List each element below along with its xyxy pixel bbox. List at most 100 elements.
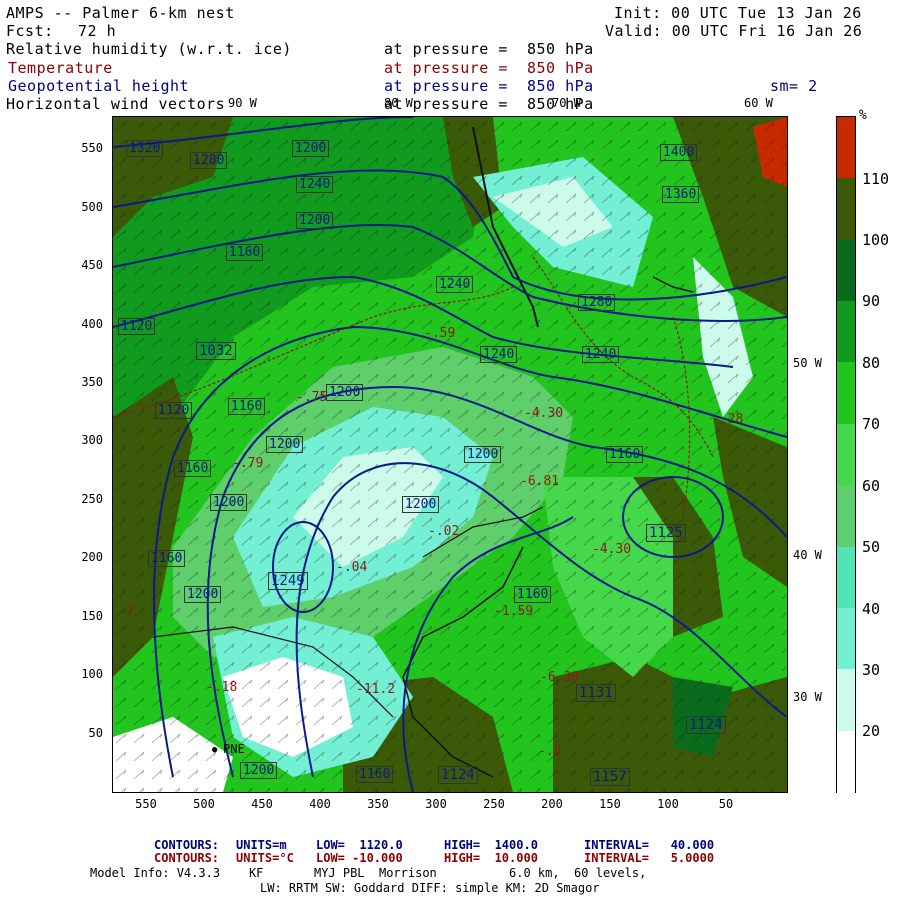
temperature-label: -.28	[712, 412, 744, 427]
colorbar-segment	[837, 669, 855, 732]
contour-legend-height-high: HIGH= 1400.0	[444, 838, 538, 852]
x-tick: 50	[718, 797, 734, 811]
lon-label-top: 80 W	[384, 96, 413, 110]
colorbar-label: 110	[862, 170, 890, 188]
station-label: PNE	[223, 742, 245, 756]
y-tick: 350	[81, 375, 103, 389]
temperature-label: -.04	[336, 560, 368, 575]
y-tick: 50	[88, 726, 103, 740]
height-contour-label: 1160	[514, 586, 552, 603]
colorbar-label: 60	[862, 477, 881, 495]
x-tick: 100	[657, 797, 679, 811]
height-contour-label: 1280	[190, 152, 228, 169]
height-contour-label: 1200	[210, 494, 248, 511]
temperature-label: -6.81	[520, 474, 560, 489]
height-contour-label: 1200	[326, 384, 364, 401]
field-level-temperature: at pressure = 850 hPa	[384, 59, 594, 77]
height-contour-label: 1240	[582, 346, 620, 363]
temperature-label: -.75	[296, 390, 328, 405]
x-tick: 450	[251, 797, 273, 811]
colorbar-label: 100	[862, 231, 890, 249]
colorbar-label: 50	[862, 538, 881, 556]
plot-title: AMPS -- Palmer 6-km nest	[6, 4, 235, 22]
lon-label-top: 60 W	[744, 96, 773, 110]
contour-legend-height-label: CONTOURS:	[154, 838, 220, 852]
y-tick: 450	[81, 258, 103, 272]
contour-legend-temp-units: UNITS=°C	[236, 851, 294, 865]
temperature-label: -.8	[538, 744, 562, 759]
colorbar-unit: %	[859, 108, 867, 123]
height-contour-label: 1160	[148, 550, 186, 567]
lon-label-right: 40 W	[793, 548, 822, 562]
y-tick: 400	[81, 317, 103, 331]
forecast-label: Fcst:	[6, 22, 54, 40]
temperature-label: -4.30	[524, 406, 564, 421]
colorbar	[836, 116, 856, 793]
height-contour-label: 1200	[184, 586, 222, 603]
height-contour-label: 1160	[606, 446, 644, 463]
colorbar-label: 90	[862, 292, 881, 310]
contour-legend-temp-interval: INTERVAL= 5.0000	[584, 851, 715, 865]
x-tick: 250	[483, 797, 505, 811]
colorbar-label: 20	[862, 722, 881, 740]
colorbar-label: 70	[862, 415, 881, 433]
smoothing-label: sm= 2	[770, 77, 818, 95]
low-center-label: 1124	[438, 766, 478, 784]
contour-legend-temp-label: CONTOURS:	[154, 851, 220, 865]
height-contour-label: 1120	[118, 318, 156, 335]
x-tick: 200	[541, 797, 563, 811]
station-marker-icon: ●	[212, 745, 218, 755]
colorbar-label: 40	[862, 600, 881, 618]
field-name-geopotential: Geopotential height	[8, 77, 190, 95]
colorbar-label: 80	[862, 354, 881, 372]
temperature-label: -.59	[424, 326, 456, 341]
low-center-label: 1125	[646, 524, 686, 542]
high-center-label: 1131	[576, 684, 616, 702]
high-center-label: 1157	[590, 768, 630, 786]
high-center-label: 1249	[268, 572, 308, 590]
low-center-label: 1124	[686, 716, 726, 734]
height-contour-label: 1400	[660, 144, 698, 161]
height-contour-label: 1200	[240, 762, 278, 779]
model-info-physics: LW: RRTM SW: Goddard DIFF: simple KM: 2D…	[260, 881, 600, 895]
height-contour-label: 1160	[228, 398, 266, 415]
colorbar-segment	[837, 485, 855, 548]
height-contour-label: 1160	[226, 244, 264, 261]
lon-label-top: 90 W	[228, 96, 257, 110]
y-tick: 300	[81, 433, 103, 447]
height-contour-label: 1200	[402, 496, 440, 513]
height-contour-label: 1160	[356, 766, 394, 783]
temperature-label: -4.30	[592, 542, 632, 557]
lon-label-right: 30 W	[793, 690, 822, 704]
temperature-label: -1.59	[494, 604, 534, 619]
field-name-temperature: Temperature	[8, 59, 113, 77]
field-name-rh: Relative humidity (w.r.t. ice)	[6, 40, 292, 58]
colorbar-segment	[837, 178, 855, 241]
height-contour-label: 1320	[126, 140, 164, 157]
colorbar-segment	[837, 301, 855, 364]
x-tick: 500	[193, 797, 215, 811]
y-tick: 500	[81, 200, 103, 214]
low-center-label: 1032	[196, 342, 236, 360]
temperature-label: -.79	[232, 456, 264, 471]
x-tick: 550	[135, 797, 157, 811]
colorbar-segment	[837, 546, 855, 609]
height-contour-label: 1120	[155, 402, 193, 419]
field-level-geopotential: at pressure = 850 hPa	[384, 77, 594, 95]
field-level-rh: at pressure = 850 hPa	[384, 40, 594, 58]
y-tick: 550	[81, 141, 103, 155]
height-contour-label: 1200	[266, 436, 304, 453]
init-time: Init: 00 UTC Tue 13 Jan 26	[614, 4, 862, 22]
height-contour-label: 1200	[464, 446, 502, 463]
lon-label-top: 70 W	[552, 96, 581, 110]
height-contour-label: 1280	[578, 294, 616, 311]
x-tick: 300	[425, 797, 447, 811]
colorbar-segment	[837, 730, 855, 793]
temperature-label: -.02	[428, 524, 460, 539]
colorbar-segment	[837, 362, 855, 425]
x-tick: 150	[599, 797, 621, 811]
contour-legend-height-low: LOW= 1120.0	[316, 838, 403, 852]
forecast-hour: 72 h	[78, 22, 117, 40]
colorbar-segment	[837, 423, 855, 486]
model-info: Model Info: V4.3.3 KF MYJ PBL Morrison 6…	[90, 866, 647, 880]
